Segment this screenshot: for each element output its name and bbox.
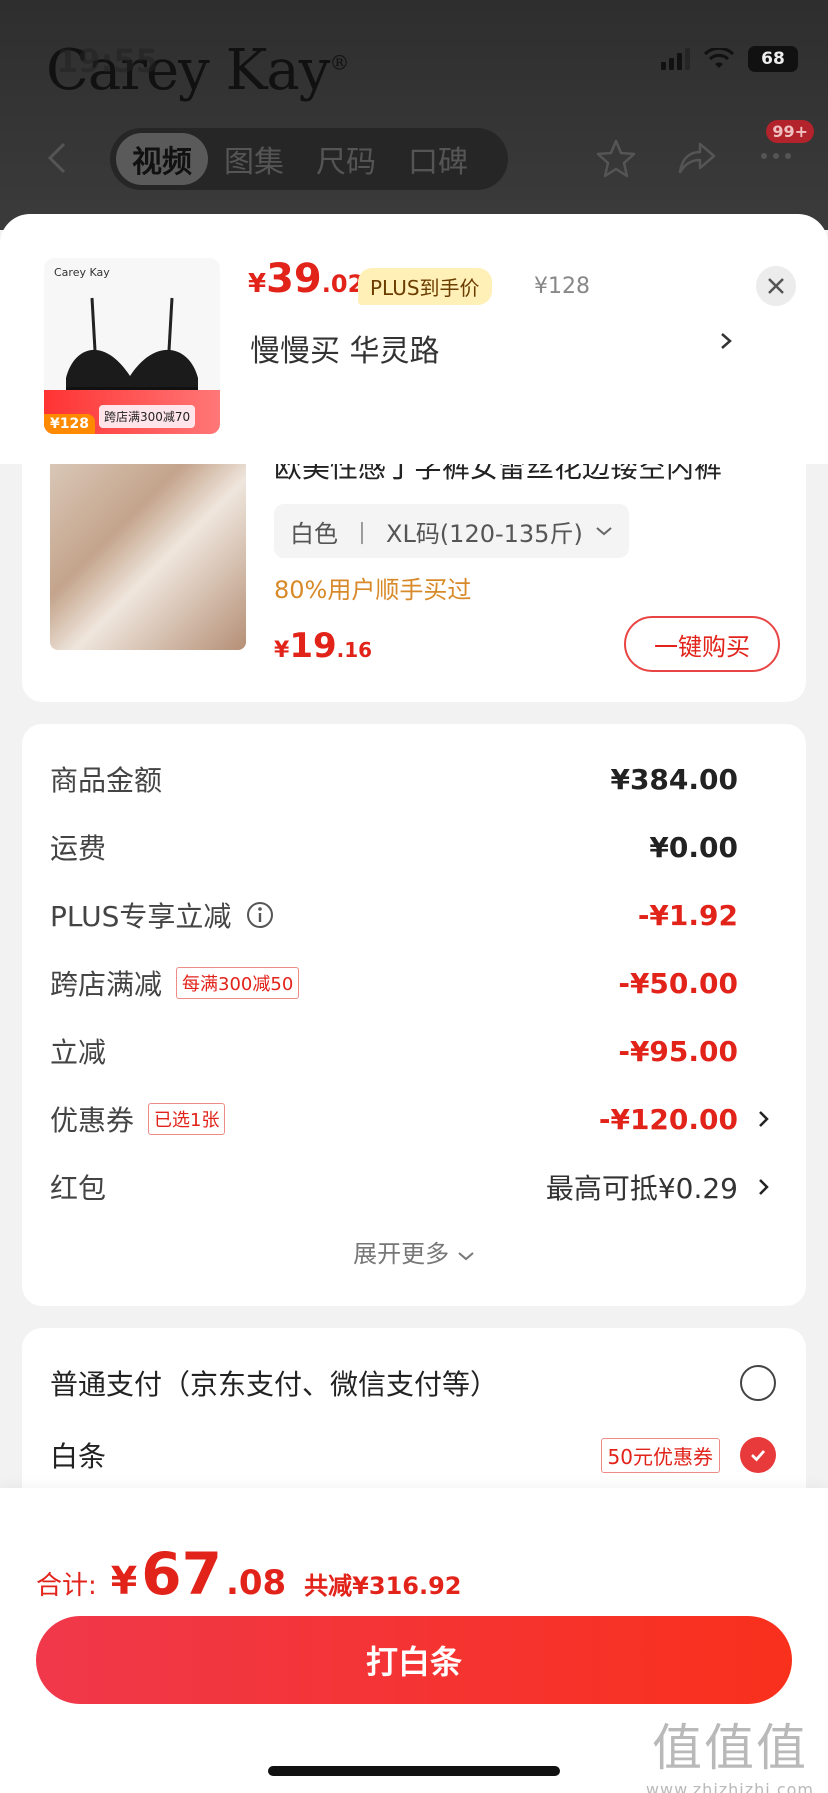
info-icon[interactable]: [245, 900, 275, 930]
product-thumbnail: Carey Kay ¥128 跨店满300减70: [44, 258, 220, 434]
pay-baitiao-button[interactable]: 打白条: [36, 1616, 792, 1704]
notification-badge: 99+: [766, 120, 814, 143]
thumb-price: ¥128: [44, 414, 95, 434]
one-click-buy-button[interactable]: 一键购买: [624, 616, 780, 672]
row-shipping: 运费 ¥0.00: [50, 830, 738, 866]
payment-option-baitiao[interactable]: 白条 50元优惠券: [50, 1430, 778, 1480]
addon-spec-selector[interactable]: 白色 丨 XL码(120-135斤): [274, 504, 629, 558]
tab-reviews[interactable]: 口碑: [392, 133, 484, 185]
baitiao-coupon-tag: 50元优惠券: [600, 1437, 720, 1473]
more-menu[interactable]: 99+: [754, 120, 814, 182]
thumb-promo-strip: ¥128 跨店满300减70: [44, 390, 220, 434]
coupon-value: -¥120.00: [598, 1102, 738, 1136]
tab-gallery[interactable]: 图集: [208, 133, 300, 185]
spec-size: XL码(120-135斤): [386, 519, 583, 548]
chevron-right-icon: [759, 1111, 769, 1127]
row-plus-discount: PLUS专享立减 -¥1.92: [50, 898, 738, 934]
checkout-sheet-header: Carey Kay ¥128 跨店满300减70 ¥39.02 PLUS到手价 …: [0, 214, 828, 464]
delivery-address[interactable]: 慢慢买 华灵路: [250, 326, 440, 370]
cellular-signal-icon: [661, 48, 690, 70]
radio-checked[interactable]: [740, 1437, 776, 1473]
row-goods-amount: 商品金额 ¥384.00: [50, 762, 738, 798]
back-arrow-icon[interactable]: [40, 140, 76, 176]
spec-separator: 丨: [350, 519, 374, 548]
tab-video[interactable]: 视频: [116, 133, 208, 185]
instant-discount-value: -¥95.00: [618, 1034, 738, 1068]
addon-product-card: 欧美性感丁字裤女雷丝花边镂空内裤 白色 丨 XL码(120-135斤) 80%用…: [22, 464, 806, 702]
top-actions: 99+: [594, 120, 814, 182]
shipping-value: ¥0.00: [649, 830, 738, 864]
spec-color: 白色: [290, 519, 338, 548]
original-price: ¥128: [534, 274, 590, 299]
home-indicator: [268, 1766, 560, 1776]
thumb-promo-text: 跨店满300减70: [98, 405, 196, 428]
addon-product-image[interactable]: [50, 464, 246, 650]
chevron-right-icon: [759, 1179, 769, 1195]
coupon-selected-tag: 已选1张: [148, 1103, 226, 1135]
row-instant-discount: 立减 -¥95.00: [50, 1034, 738, 1070]
order-total: 合计: ¥67.08 共减¥316.92: [36, 1540, 462, 1608]
status-icons: 68: [661, 46, 798, 72]
total-saved: 共减¥316.92: [304, 1572, 462, 1600]
payment-option-normal[interactable]: 普通支付（京东支付、微信支付等）: [50, 1358, 778, 1408]
media-tabs: 视频 图集 尺码 口碑: [110, 128, 508, 190]
status-time: 19:55: [56, 42, 158, 80]
close-button[interactable]: [756, 266, 796, 306]
chevron-right-icon[interactable]: [714, 326, 738, 356]
row-coupon[interactable]: 优惠券 已选1张 -¥120.00: [50, 1094, 778, 1144]
addon-product-title[interactable]: 欧美性感丁字裤女雷丝花边镂空内裤: [274, 464, 774, 486]
chevron-down-icon: [596, 527, 612, 536]
addon-buy-hint: 80%用户顺手买过: [274, 576, 472, 604]
chevron-down-icon: [458, 1252, 474, 1261]
sheet-price: ¥39.02: [248, 256, 365, 302]
battery-icon: 68: [748, 46, 798, 72]
close-icon: [768, 278, 784, 294]
site-watermark: 值值值 www.zhizhizhi.com: [645, 1719, 814, 1793]
row-cross-store: 跨店满减 每满300减50 -¥50.00: [50, 966, 738, 1002]
tab-size[interactable]: 尺码: [300, 133, 392, 185]
red-packet-value: 最高可抵¥0.29: [545, 1172, 738, 1205]
plus-price-tag: PLUS到手价: [358, 268, 492, 305]
price-breakdown-card: 商品金额 ¥384.00 运费 ¥0.00 PLUS专享立减 -¥1.92 跨店…: [22, 724, 806, 1306]
star-icon[interactable]: [594, 136, 638, 180]
cross-store-tag: 每满300减50: [176, 967, 300, 999]
checkmark-icon: [751, 1450, 766, 1462]
product-page-backdrop: [0, 0, 828, 230]
payment-method-card: 普通支付（京东支付、微信支付等） 白条 50元优惠券: [22, 1328, 806, 1508]
share-icon[interactable]: [674, 136, 718, 180]
cross-store-value: -¥50.00: [618, 966, 738, 1000]
radio-unchecked[interactable]: [740, 1365, 776, 1401]
goods-amount-value: ¥384.00: [610, 762, 738, 796]
expand-more-button[interactable]: 展开更多: [22, 1234, 806, 1269]
row-red-packet[interactable]: 红包 最高可抵¥0.29: [50, 1162, 778, 1212]
plus-discount-value: -¥1.92: [637, 898, 738, 932]
addon-price: ¥19.16: [274, 626, 373, 666]
wifi-icon: [704, 48, 734, 68]
checkout-bottom-bar: 合计: ¥67.08 共减¥316.92 打白条 值值值 www.zhizhiz…: [0, 1488, 828, 1793]
